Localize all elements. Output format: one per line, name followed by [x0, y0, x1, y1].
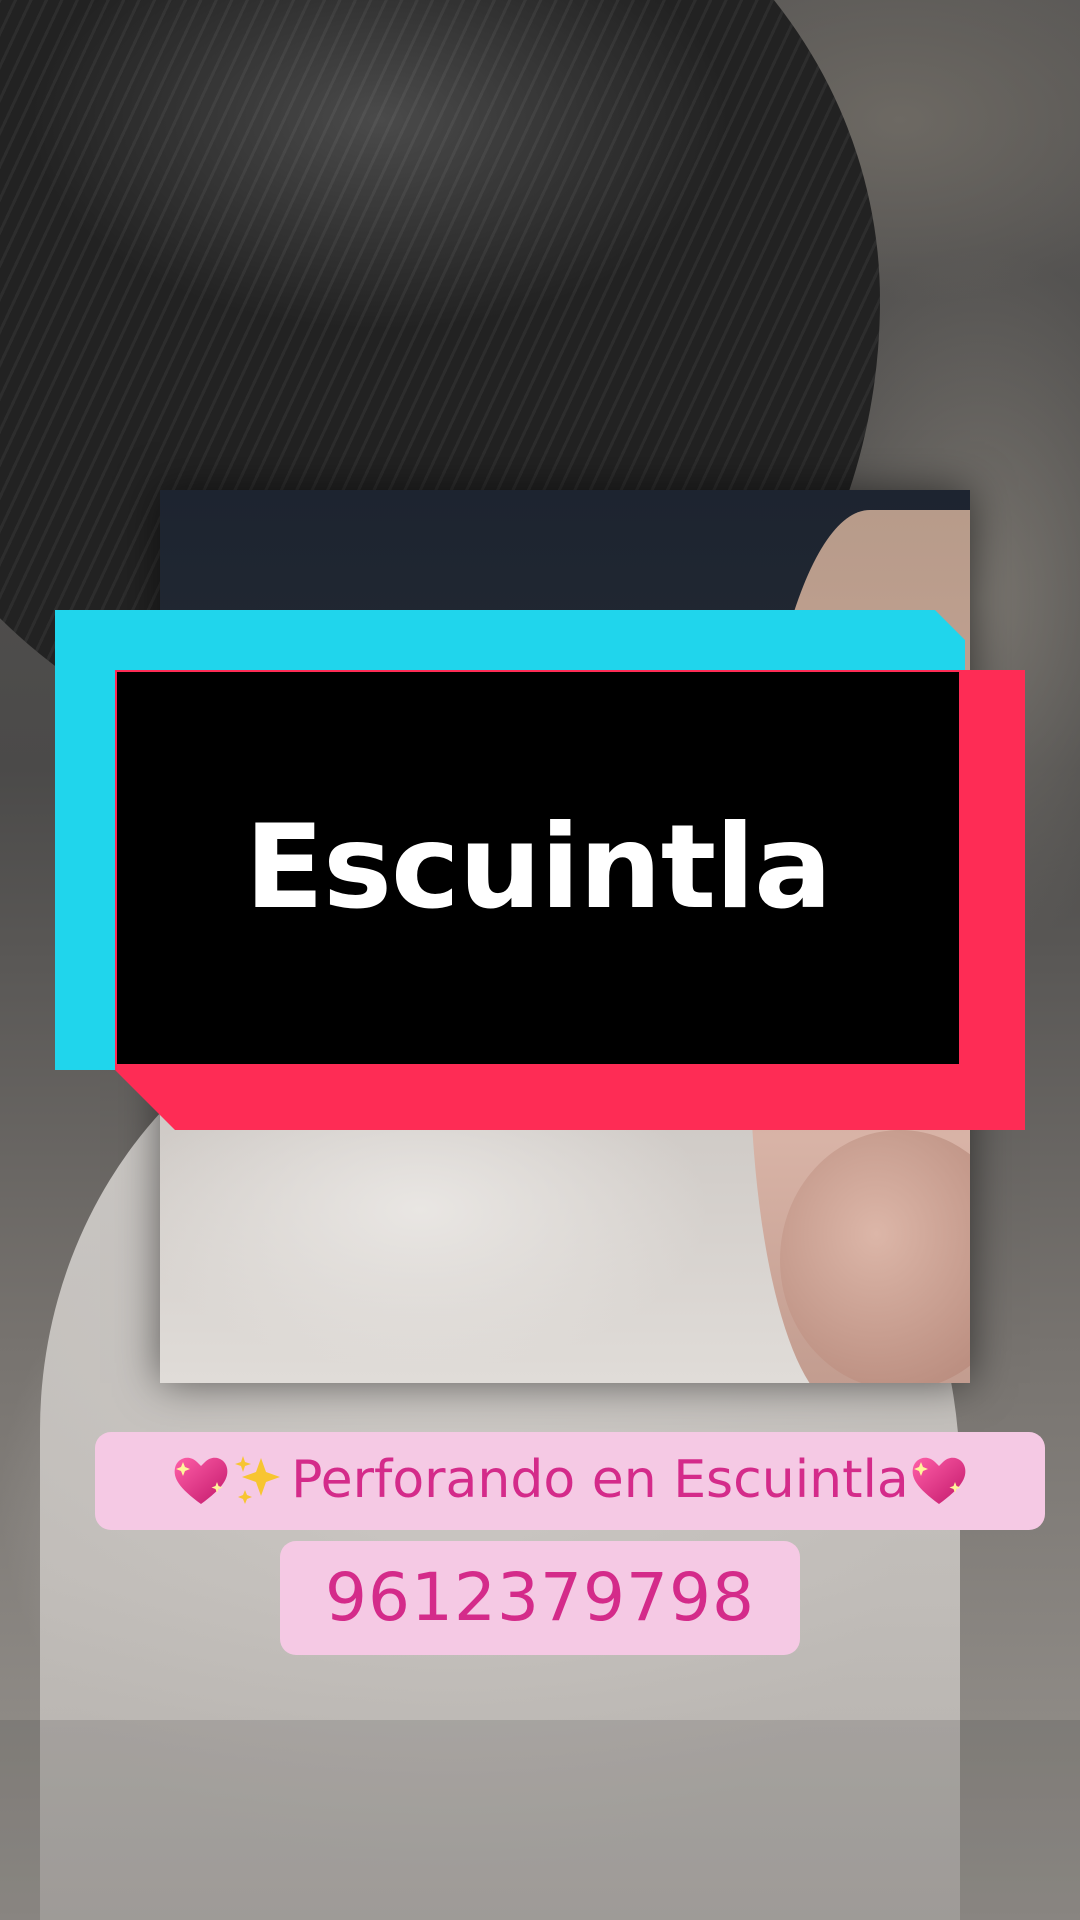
title-card-black-layer: Escuintla	[117, 672, 959, 1064]
title-card: Escuintla	[55, 610, 1025, 1130]
caption-text: Perforando en Escuintla	[291, 1450, 909, 1510]
caption-pill: Perforando en Escuintla	[95, 1432, 1045, 1530]
caption-line: Perforando en Escuintla	[171, 1454, 969, 1508]
phone-number: 9612379798	[325, 1559, 755, 1636]
sparkles-icon	[231, 1452, 291, 1508]
sparkling-heart-icon	[171, 1452, 231, 1508]
background-bottom-band	[0, 1720, 1080, 1920]
sparkling-heart-icon	[909, 1452, 969, 1508]
title-text: Escuintla	[244, 800, 832, 935]
phone-pill: 9612379798	[280, 1541, 800, 1655]
